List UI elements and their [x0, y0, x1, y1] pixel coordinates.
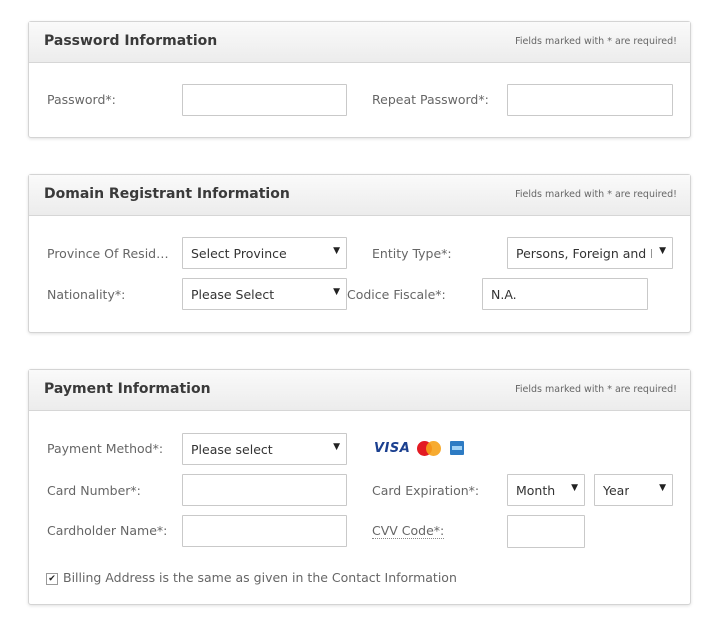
password-panel-header: Password Information Fields marked with … [29, 22, 690, 63]
payment-method-label: Payment Method*: [47, 441, 164, 456]
card-number-input[interactable] [182, 474, 347, 506]
required-note: Fields marked with * are required! [515, 36, 677, 47]
entity-type-select-value: Persons, Foreign and It [516, 246, 652, 261]
codice-fiscale-input[interactable] [482, 278, 648, 310]
amex-logo-icon [450, 441, 464, 455]
expiration-month-value: Month [516, 483, 556, 498]
nationality-label: Nationality*: [47, 287, 126, 302]
province-select-value: Select Province [191, 246, 287, 261]
card-expiration-label: Card Expiration*: [372, 483, 480, 498]
caret-down-icon: ▼ [333, 246, 340, 256]
cardholder-name-label: Cardholder Name*: [47, 523, 168, 538]
panel-title: Payment Information [44, 381, 211, 397]
codice-fiscale-label: Codice Fiscale*: [347, 287, 446, 302]
password-label: Password*: [47, 92, 116, 107]
panel-title: Password Information [44, 33, 218, 49]
card-number-label: Card Number*: [47, 483, 141, 498]
cvv-code-input[interactable] [507, 515, 585, 548]
expiration-month-select[interactable]: Month ▼ [507, 474, 585, 506]
nationality-select-value: Please Select [191, 287, 275, 302]
required-note: Fields marked with * are required! [515, 384, 677, 395]
entity-type-select[interactable]: Persons, Foreign and It ▼ [507, 237, 673, 269]
checkmark-icon: ✔ [48, 574, 56, 584]
payment-panel-header: Payment Information Fields marked with *… [29, 370, 690, 411]
billing-address-checkbox[interactable]: ✔ [46, 573, 58, 585]
payment-panel: Payment Information Fields marked with *… [28, 369, 691, 605]
required-note: Fields marked with * are required! [515, 189, 677, 200]
caret-down-icon: ▼ [659, 246, 666, 256]
billing-address-label: Billing Address is the same as given in … [63, 570, 457, 585]
cvv-code-label[interactable]: CVV Code*: [372, 523, 445, 539]
password-panel: Password Information Fields marked with … [28, 21, 691, 138]
province-label: Province Of Residence*: [47, 246, 175, 261]
payment-method-select[interactable]: Please select ▼ [182, 433, 347, 465]
repeat-password-input[interactable] [507, 84, 673, 116]
mastercard-logo-icon [417, 441, 441, 456]
panel-title: Domain Registrant Information [44, 186, 290, 202]
registrant-panel-header: Domain Registrant Information Fields mar… [29, 175, 690, 216]
repeat-password-label: Repeat Password*: [372, 92, 489, 107]
expiration-year-value: Year [603, 483, 630, 498]
cardholder-name-input[interactable] [182, 515, 347, 547]
caret-down-icon: ▼ [571, 483, 578, 493]
payment-method-select-value: Please select [191, 442, 273, 457]
nationality-select[interactable]: Please Select ▼ [182, 278, 347, 310]
visa-logo-icon: VISA [374, 441, 411, 456]
caret-down-icon: ▼ [659, 483, 666, 493]
expiration-year-select[interactable]: Year ▼ [594, 474, 673, 506]
province-select[interactable]: Select Province ▼ [182, 237, 347, 269]
caret-down-icon: ▼ [333, 442, 340, 452]
entity-type-label: Entity Type*: [372, 246, 452, 261]
registrant-panel: Domain Registrant Information Fields mar… [28, 174, 691, 333]
password-input[interactable] [182, 84, 347, 116]
caret-down-icon: ▼ [333, 287, 340, 297]
